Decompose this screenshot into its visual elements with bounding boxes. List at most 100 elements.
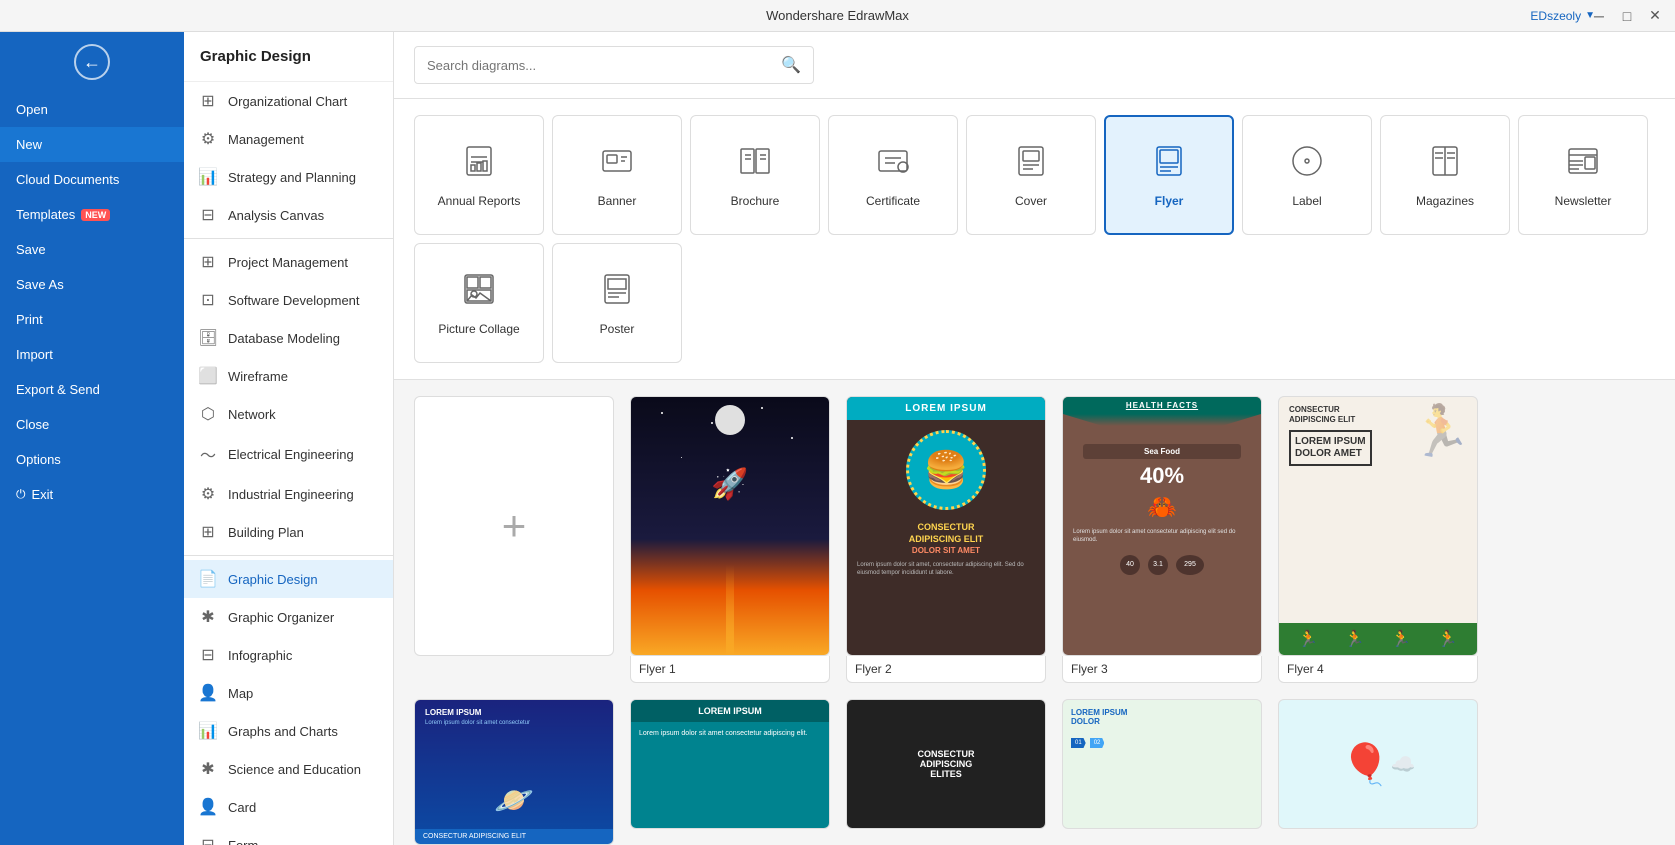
sidebar-label-management: Management [228,132,304,147]
left-sidebar: ← Open New Cloud Documents Templates NEW… [0,32,184,845]
magazines-icon [1427,143,1463,186]
search-button[interactable]: 🔍 [769,47,813,83]
map-icon: 👤 [198,683,218,703]
template-card-flyer1[interactable]: 🚀 Flyer 1 [630,396,830,683]
sidebar-item-database[interactable]: 🗄 Database Modeling [184,319,393,357]
cover-icon [1013,143,1049,186]
sidebar-item-analysis[interactable]: ⊟ Analysis Canvas [184,196,393,234]
sidebar-item-electrical[interactable]: 〜 Electrical Engineering [184,433,393,475]
sidebar-item-strategy[interactable]: 📊 Strategy and Planning [184,158,393,196]
add-icon: + [502,502,527,550]
sidebar-label-software: Software Development [228,293,360,308]
templates-badge: NEW [81,209,110,221]
sidebar-item-import[interactable]: Import [0,337,184,372]
sidebar-item-save-as[interactable]: Save As [0,267,184,302]
sidebar-label-industrial: Industrial Engineering [228,487,354,502]
sidebar-item-export[interactable]: Export & Send [0,372,184,407]
sidebar-item-org-chart[interactable]: ⊞ Organizational Chart [184,82,393,120]
sidebar-item-new[interactable]: New [0,127,184,162]
sidebar-item-graphic-design[interactable]: 📄 Graphic Design [184,560,393,598]
sidebar-item-exit[interactable]: ⏻ Exit [0,477,184,512]
sidebar-label-import: Import [16,347,53,362]
template-card-flyer8[interactable]: LOREM IPSUMDOLOR 01 02 [1062,699,1262,845]
sidebar-item-cloud[interactable]: Cloud Documents [0,162,184,197]
sidebar-item-templates[interactable]: Templates NEW [0,197,184,232]
sidebar-item-save[interactable]: Save [0,232,184,267]
sidebar-label-print: Print [16,312,43,327]
sidebar-item-close[interactable]: Close [0,407,184,442]
sidebar-label-form: Form [228,838,258,845]
sidebar-label-map: Map [228,686,253,701]
sidebar-item-form[interactable]: ⊟ Form [184,826,393,845]
sidebar-item-options[interactable]: Options [0,442,184,477]
template-card-flyer9[interactable]: 🎈 ☁️ [1278,699,1478,845]
sidebar-item-print[interactable]: Print [0,302,184,337]
flyer1-label: Flyer 1 [630,656,830,683]
maximize-button[interactable]: □ [1617,8,1637,24]
category-poster[interactable]: Poster [552,243,682,363]
template-card-flyer6[interactable]: LOREM IPSUM Lorem ipsum dolor sit amet c… [630,699,830,845]
sidebar-label-card: Card [228,800,256,815]
template-card-flyer4[interactable]: CONSECTURADIPISCING ELIT LOREM IPSUMDOLO… [1278,396,1478,683]
sidebar-item-map[interactable]: 👤 Map [184,674,393,712]
sidebar-item-infographic[interactable]: ⊟ Infographic [184,636,393,674]
category-grid: Annual Reports Banner [414,115,1655,363]
sidebar-item-graphic-organizer[interactable]: ✱ Graphic Organizer [184,598,393,636]
template-card-new[interactable]: + [414,396,614,683]
category-flyer[interactable]: Flyer [1104,115,1234,235]
category-picture-collage[interactable]: Picture Collage [414,243,544,363]
search-input[interactable] [415,50,769,81]
picture-collage-label: Picture Collage [438,322,519,336]
annual-reports-icon [461,143,497,186]
org-chart-icon: ⊞ [198,91,218,111]
label-label: Label [1292,194,1321,208]
category-certificate[interactable]: Certificate [828,115,958,235]
sidebar-item-management[interactable]: ⚙ Management [184,120,393,158]
category-brochure[interactable]: Brochure [690,115,820,235]
category-banner[interactable]: Banner [552,115,682,235]
minimize-button[interactable]: ─ [1589,8,1609,24]
electrical-icon: 〜 [198,442,218,466]
sidebar-item-network[interactable]: ⬡ Network [184,395,393,433]
sidebar-item-software[interactable]: ⊡ Software Development [184,281,393,319]
category-label[interactable]: Label [1242,115,1372,235]
mid-sidebar: Graphic Design ⊞ Organizational Chart ⚙ … [184,32,394,845]
category-cover[interactable]: Cover [966,115,1096,235]
management-icon: ⚙ [198,129,218,149]
template-card-flyer7[interactable]: CONSECTURADIPISCINGELITES [846,699,1046,845]
user-area[interactable]: EDszeoly ▼ [1530,9,1595,23]
flyer-icon [1151,143,1187,186]
brochure-label: Brochure [731,194,780,208]
back-button[interactable]: ← [0,32,184,92]
card-icon: 👤 [198,797,218,817]
poster-label: Poster [600,322,635,336]
wireframe-icon: ⬜ [198,366,218,386]
category-magazines[interactable]: Magazines [1380,115,1510,235]
category-newsletter[interactable]: Newsletter [1518,115,1648,235]
software-icon: ⊡ [198,290,218,310]
sidebar-item-card[interactable]: 👤 Card [184,788,393,826]
sidebar-item-science[interactable]: ✱ Science and Education [184,750,393,788]
category-annual-reports[interactable]: Annual Reports [414,115,544,235]
templates-grid-row2: 🪐 LOREM IPSUM Lorem ipsum dolor sit amet… [414,699,1655,845]
science-icon: ✱ [198,759,218,779]
sidebar-label-options: Options [16,452,61,467]
sidebar-item-project[interactable]: ⊞ Project Management [184,243,393,281]
mid-sidebar-header: Graphic Design [184,32,393,82]
template-card-flyer2[interactable]: LOREM IPSUM 🍔 CONSECTUR ADIPISCING ELIT … [846,396,1046,683]
sidebar-label-database: Database Modeling [228,331,340,346]
sidebar-item-open[interactable]: Open [0,92,184,127]
template-card-flyer5[interactable]: 🪐 LOREM IPSUM Lorem ipsum dolor sit amet… [414,699,614,845]
close-button[interactable]: ✕ [1645,7,1665,24]
sidebar-item-wireframe[interactable]: ⬜ Wireframe [184,357,393,395]
sidebar-item-industrial[interactable]: ⚙ Industrial Engineering [184,475,393,513]
sidebar-item-graphs[interactable]: 📊 Graphs and Charts [184,712,393,750]
sidebar-label-save: Save [16,242,46,257]
graphic-design-icon: 📄 [198,569,218,589]
sidebar-label-open: Open [16,102,48,117]
certificate-label: Certificate [866,194,920,208]
sidebar-label-org-chart: Organizational Chart [228,94,347,109]
sidebar-item-building[interactable]: ⊞ Building Plan [184,513,393,551]
template-card-flyer3[interactable]: HEALTH FACTS Sea Food 40% 🦀 Lorem ipsum … [1062,396,1262,683]
graphs-icon: 📊 [198,721,218,741]
